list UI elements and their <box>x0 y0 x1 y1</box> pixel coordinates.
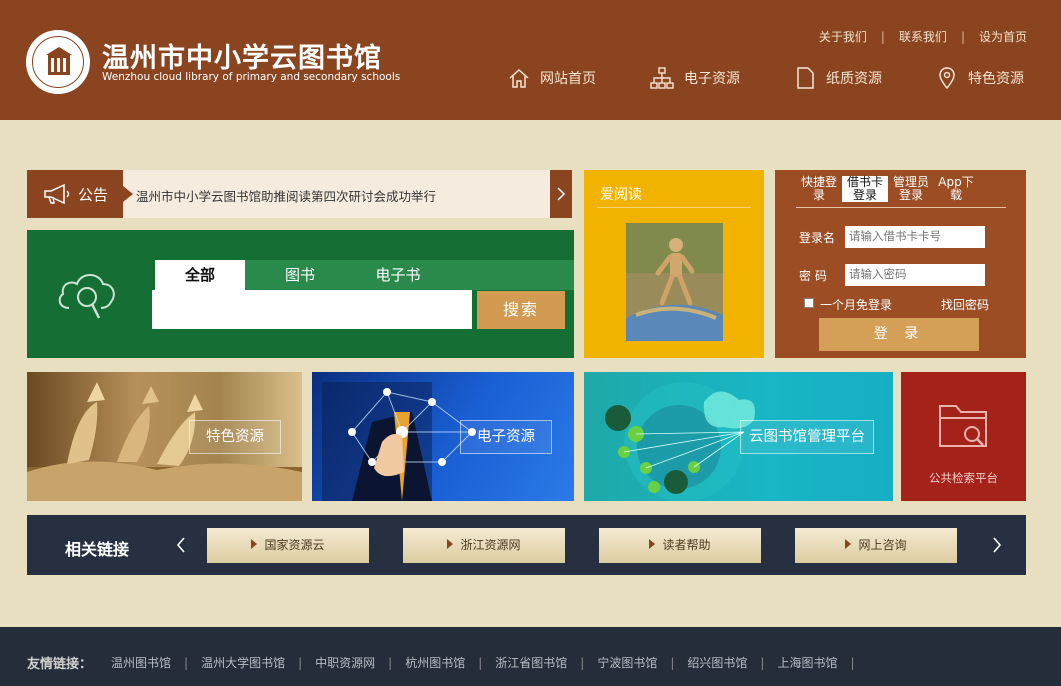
megaphone-icon <box>44 183 70 205</box>
announcement-text[interactable]: 温州市中小学云图书馆助推阅读第四次研讨会成功举行 <box>136 186 436 205</box>
login-panel: 快捷登录 借书卡登录 管理员登录 App下载 登录名 密 码 一个月免登录 找回… <box>775 170 1026 358</box>
tile-public-search[interactable]: 公共检索平台 <box>901 372 1026 501</box>
tab-ebooks[interactable]: 电子书 <box>353 260 443 290</box>
username-input[interactable] <box>845 226 985 248</box>
reading-image[interactable] <box>626 223 723 341</box>
chevron-right-icon <box>557 187 566 201</box>
forgot-password-link[interactable]: 找回密码 <box>941 296 989 313</box>
tile-public-search-label: 公共检索平台 <box>929 471 998 485</box>
folder-search-icon <box>939 405 987 447</box>
library-logo-icon[interactable] <box>26 30 90 94</box>
remember-label: 一个月免登录 <box>820 298 893 312</box>
related-links-bar: 相关链接 国家资源云 浙江资源网 读者帮助 网上咨询 <box>27 515 1026 575</box>
friend-link[interactable]: 绍兴图书馆 <box>687 654 747 671</box>
divider <box>597 207 751 208</box>
link-online-consult[interactable]: 网上咨询 <box>795 528 957 563</box>
friend-link[interactable]: 宁波图书馆 <box>597 654 657 671</box>
tab-card-login[interactable]: 借书卡登录 <box>842 176 888 202</box>
chevron-left-icon[interactable] <box>175 536 187 554</box>
link-zhejiang-resource-net[interactable]: 浙江资源网 <box>403 528 565 563</box>
password-label: 密 码 <box>799 269 827 283</box>
site-title: 温州市中小学云图书馆 <box>102 43 382 74</box>
cloud-search-icon <box>58 274 115 319</box>
top-links: 关于我们 | 联系我们 | 设为首页 <box>818 28 1027 45</box>
nav-home[interactable]: 网站首页 <box>508 64 596 92</box>
username-label: 登录名 <box>799 231 836 245</box>
search-panel: 全部 图书 电子书 搜索 <box>27 230 574 358</box>
nav-e-resources-label: 电子资源 <box>684 71 740 87</box>
tab-quick-login[interactable]: 快捷登录 <box>796 176 842 202</box>
document-icon <box>797 67 814 89</box>
remember-checkbox[interactable] <box>804 298 814 308</box>
love-reading-title: 爱阅读 <box>600 187 642 203</box>
triangle-icon <box>649 539 656 549</box>
tab-admin-login[interactable]: 管理员登录 <box>888 176 934 202</box>
announcement-bar: 公告 温州市中小学云图书馆助推阅读第四次研讨会成功举行 <box>27 170 572 218</box>
about-us-link[interactable]: 关于我们 <box>819 28 867 45</box>
friend-link[interactable]: 杭州图书馆 <box>405 654 465 671</box>
search-input[interactable] <box>152 290 472 329</box>
search-button[interactable]: 搜索 <box>477 291 565 329</box>
set-homepage-link[interactable]: 设为首页 <box>979 28 1027 45</box>
nav-paper-resources[interactable]: 纸质资源 <box>794 64 882 92</box>
nav-featured-resources-label: 特色资源 <box>968 71 1024 87</box>
friend-link[interactable]: 温州大学图书馆 <box>201 654 285 671</box>
friend-link[interactable]: 温州图书馆 <box>111 654 171 671</box>
contact-us-link[interactable]: 联系我们 <box>899 28 947 45</box>
tab-all[interactable]: 全部 <box>155 260 245 290</box>
friend-links-title: 友情链接： <box>27 657 93 672</box>
tab-app-download[interactable]: App下载 <box>933 176 979 202</box>
nav-e-resources[interactable]: 电子资源 <box>650 64 740 92</box>
search-tabs: 全部 图书 电子书 <box>155 260 574 290</box>
triangle-icon <box>447 539 454 549</box>
tile-cloud-platform[interactable]: 云图书馆管理平台 <box>584 372 893 501</box>
tile-e-resources-label: 电子资源 <box>460 420 552 454</box>
nav-featured-resources[interactable]: 特色资源 <box>936 64 1024 92</box>
love-reading-panel[interactable]: 爱阅读 <box>584 170 764 358</box>
network-icon <box>650 67 674 89</box>
tile-e-resources[interactable]: 电子资源 <box>312 372 574 501</box>
friend-link[interactable]: 浙江省图书馆 <box>495 654 567 671</box>
link-reader-help[interactable]: 读者帮助 <box>599 528 761 563</box>
location-pin-icon <box>939 67 955 90</box>
related-links-title: 相关链接 <box>65 540 130 559</box>
link-national-resource-cloud[interactable]: 国家资源云 <box>207 528 369 563</box>
friend-link[interactable]: 上海图书馆 <box>777 654 837 671</box>
chevron-right-icon[interactable] <box>991 536 1003 554</box>
triangle-icon <box>845 539 852 549</box>
tile-featured-label: 特色资源 <box>189 420 281 454</box>
tile-featured-resources[interactable]: 特色资源 <box>27 372 302 501</box>
divider <box>796 207 1006 208</box>
triangle-icon <box>251 539 258 549</box>
nav-paper-resources-label: 纸质资源 <box>826 71 882 87</box>
friend-link[interactable]: 中职资源网 <box>315 654 375 671</box>
tab-books[interactable]: 图书 <box>255 260 345 290</box>
nav-home-label: 网站首页 <box>540 71 596 87</box>
friend-links: 温州图书馆 | 温州大学图书馆 | 中职资源网 | 杭州图书馆 | 浙江省图书馆 | 宁波图书馆 | 绍… <box>111 654 855 671</box>
footer: 友情链接： 温州图书馆 | 温州大学图书馆 | 中职资源网 | 杭州图书馆 | 浙江省图书馆 | 宁… <box>0 627 1061 686</box>
announcement-label: 公告 <box>27 170 133 218</box>
home-icon <box>509 68 529 88</box>
tile-cloud-platform-label: 云图书馆管理平台 <box>740 420 874 454</box>
site-header: 温州市中小学云图书馆 Wenzhou cloud library of prim… <box>0 0 1061 120</box>
login-button[interactable]: 登 录 <box>819 318 979 351</box>
announcement-next-button[interactable] <box>550 170 572 218</box>
password-input[interactable] <box>845 264 985 286</box>
site-subtitle: Wenzhou cloud library of primary and sec… <box>102 71 401 83</box>
